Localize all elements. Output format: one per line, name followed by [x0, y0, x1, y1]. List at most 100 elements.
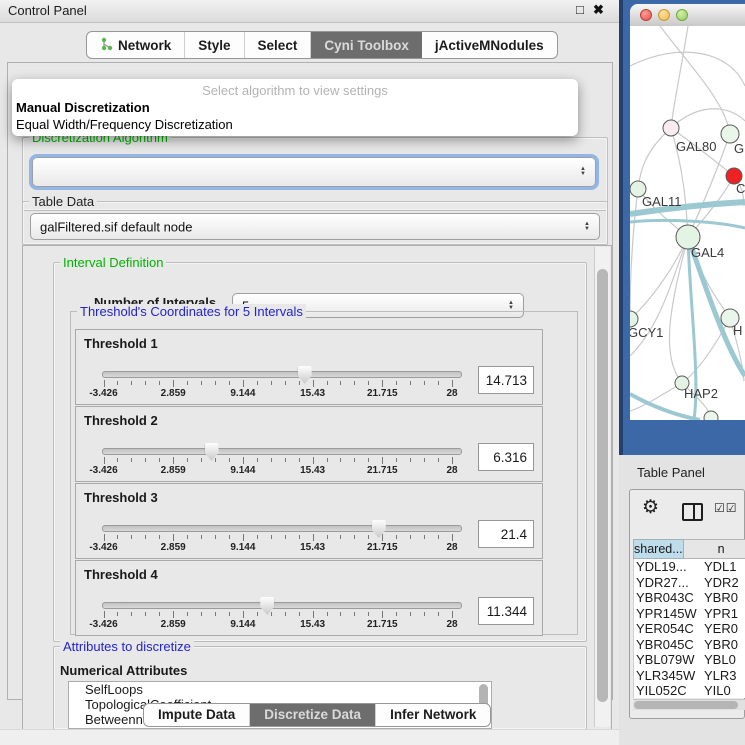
slider-tick-label: -3.426 — [74, 388, 134, 399]
popup-hint[interactable]: Select algorithm to view settings — [12, 83, 578, 98]
cell-shared-name: YIL052C — [636, 683, 687, 698]
slider-tick-minor — [354, 612, 355, 616]
group-title: Table Data — [29, 194, 97, 209]
tab-impute-data[interactable]: Impute Data — [144, 704, 250, 726]
table-row[interactable]: YER054CYER0 — [634, 621, 745, 637]
tab-cyni-toolbox[interactable]: Cyni Toolbox — [311, 32, 422, 58]
threshold-slider-track[interactable] — [102, 371, 462, 378]
slider-tick-major — [243, 380, 244, 387]
tab-select[interactable]: Select — [245, 32, 312, 58]
table-body: YDL19...YDL1YDR27...YDR2YBR043CYBR0YPR14… — [633, 559, 745, 698]
cell-name: YDL1 — [704, 559, 737, 575]
cell-shared-name: YBL079W — [636, 652, 695, 668]
slider-tick-minor — [299, 612, 300, 616]
column-header-name[interactable]: n — [684, 539, 745, 559]
slider-tick-label: 21.715 — [352, 465, 412, 476]
cell-shared-name: YLR345W — [636, 668, 695, 684]
tab-label: Cyni Toolbox — [324, 38, 409, 53]
table-row[interactable]: YDR27...YDR2 — [634, 575, 745, 591]
float-window-icon[interactable]: □ — [576, 2, 584, 17]
vertical-scrollbar[interactable] — [594, 247, 610, 727]
tab-jactivemnodules[interactable]: jActiveMNodules — [422, 32, 557, 58]
slider-tick-minor — [257, 381, 258, 385]
network-node[interactable] — [663, 120, 679, 136]
list-item[interactable]: SelfLoops — [69, 682, 491, 697]
table-row[interactable]: YPR145WYPR1 — [634, 606, 745, 622]
cell-name: YPR1 — [704, 606, 738, 622]
threshold-slider-track[interactable] — [102, 448, 462, 455]
threshold-slider-thumb[interactable] — [260, 597, 274, 615]
table-row[interactable]: YDL19...YDL1 — [634, 559, 745, 575]
cell-name: YLR3 — [704, 668, 737, 684]
slider-tick-minor — [327, 458, 328, 462]
slider-tick-minor — [215, 458, 216, 462]
threshold-value-field[interactable]: 6.316 — [478, 443, 534, 471]
slider-tick-label: 2.859 — [143, 619, 203, 630]
cell-shared-name: YBR045C — [636, 637, 694, 653]
slider-tick-label: 21.715 — [352, 619, 412, 630]
threshold-slider-thumb[interactable] — [298, 366, 312, 384]
slider-tick-minor — [159, 612, 160, 616]
threshold-label: Threshold 3 — [84, 490, 158, 505]
column-header-shared[interactable]: shared... — [633, 539, 684, 559]
gear-icon[interactable]: ⚙ — [642, 496, 659, 519]
horizontal-scrollbar[interactable] — [633, 699, 745, 710]
threshold-row: Threshold 3 21.4 -3.4262.8599.14415.4321… — [75, 483, 543, 559]
slider-tick-minor — [396, 535, 397, 539]
mac-zoom-button[interactable] — [676, 9, 688, 21]
slider-tick-minor — [271, 612, 272, 616]
network-edge — [660, 26, 730, 134]
popup-option-equal-width[interactable]: Equal Width/Frequency Discretization — [16, 117, 233, 132]
slider-tick-label: 9.144 — [213, 619, 273, 630]
group-title: Attributes to discretize — [60, 639, 194, 654]
tab-style[interactable]: Style — [185, 32, 244, 58]
slider-tick-minor — [327, 612, 328, 616]
slider-tick-minor — [201, 381, 202, 385]
slider-tick-label: -3.426 — [74, 465, 134, 476]
mac-minimize-button[interactable] — [658, 9, 670, 21]
slider-tick-major — [173, 457, 174, 464]
slider-tick-major — [243, 534, 244, 541]
tab-infer-network[interactable]: Infer Network — [376, 704, 490, 726]
interval-definition-group: Interval Definition Number of Intervals … — [53, 262, 587, 642]
threshold-slider-thumb[interactable] — [372, 520, 386, 538]
table-row[interactable]: YBR043CYBR0 — [634, 590, 745, 606]
slider-tick-minor — [271, 535, 272, 539]
threshold-value-field[interactable]: 21.4 — [478, 520, 534, 548]
threshold-slider-track[interactable] — [102, 525, 462, 532]
tab-discretize-data[interactable]: Discretize Data — [250, 704, 376, 726]
table-row[interactable]: YBL079WYBL0 — [634, 652, 745, 668]
slider-tick-major — [313, 534, 314, 541]
network-window-titlebar[interactable] — [630, 4, 745, 27]
table-row[interactable]: YLR345W YLR3 — [634, 668, 745, 684]
threshold-value-field[interactable]: 14.713 — [478, 366, 534, 394]
table-row[interactable]: YIL052CYIL0 — [634, 683, 745, 698]
threshold-slider-track[interactable] — [102, 602, 462, 609]
slider-tick-label: 28 — [422, 465, 482, 476]
slider-tick-minor — [187, 612, 188, 616]
slider-tick-minor — [438, 535, 439, 539]
scrollbar-thumb[interactable] — [634, 701, 738, 709]
split-columns-icon[interactable] — [682, 503, 703, 521]
threshold-slider-thumb[interactable] — [205, 443, 219, 461]
threshold-value-field[interactable]: 11.344 — [478, 597, 534, 625]
tab-network[interactable]: Network — [87, 32, 185, 58]
close-icon[interactable]: ✖ — [593, 2, 604, 18]
network-canvas[interactable]: GCGAL11GAL80GAL4GCY1HHAP2 — [630, 26, 745, 420]
checkboxes-icon[interactable]: ☑☑ — [714, 501, 738, 515]
network-view-window: GCGAL11GAL80GAL4GCY1HHAP2 — [630, 4, 745, 420]
network-node[interactable] — [704, 411, 718, 420]
cell-name: YBR0 — [704, 590, 738, 606]
mac-close-button[interactable] — [640, 9, 652, 21]
table-row[interactable]: YBR045CYBR0 — [634, 637, 745, 653]
slider-tick-minor — [410, 535, 411, 539]
network-edge — [671, 26, 688, 128]
table-data-combo[interactable]: galFiltered.sif default node ▲▼ — [30, 213, 600, 240]
tab-label: jActiveMNodules — [435, 38, 544, 53]
scrollbar-thumb[interactable] — [597, 269, 608, 702]
slider-tick-minor — [410, 381, 411, 385]
slider-tick-minor — [354, 381, 355, 385]
algorithm-combo[interactable]: ▲▼ — [32, 157, 596, 187]
network-icon — [100, 37, 113, 54]
popup-option-manual[interactable]: Manual Discretization — [16, 100, 150, 115]
